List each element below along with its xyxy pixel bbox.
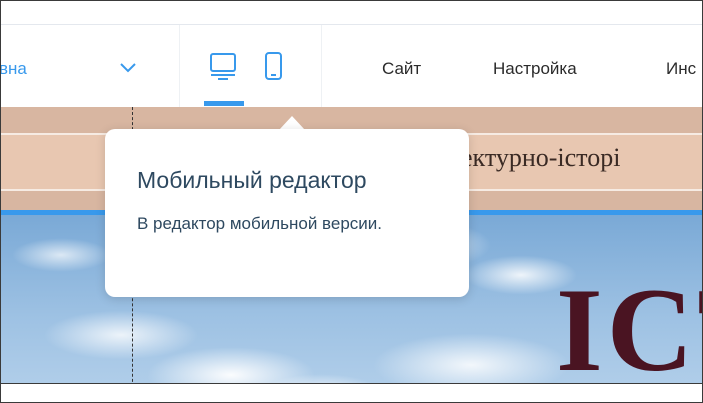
header-banner-text: ектурно-історі (461, 143, 621, 172)
active-device-indicator (204, 101, 244, 106)
page-selector[interactable]: вна (1, 49, 176, 89)
editor-topbar: вна Сайт Настройка Инс (1, 1, 702, 107)
tooltip-arrow (279, 116, 305, 130)
menu-tools[interactable]: Инс (666, 59, 696, 79)
bottom-edge (1, 383, 702, 402)
mobile-view-button[interactable] (261, 45, 301, 105)
tooltip-body: В редактор мобильной версии. (137, 214, 383, 233)
editor-window: вна Сайт Настройка Инс ектурно-історі ІС… (0, 0, 703, 403)
topbar-divider (321, 25, 322, 107)
mobile-editor-tooltip: Мобильный редактор В редактор мобильной … (105, 129, 469, 297)
menu-settings[interactable]: Настройка (493, 59, 577, 79)
topbar-rule (1, 24, 702, 25)
menu-site[interactable]: Сайт (382, 59, 421, 79)
chevron-down-icon[interactable] (119, 61, 137, 79)
tooltip-title: Мобильный редактор (137, 167, 367, 193)
page-selector-label: вна (0, 59, 27, 78)
topbar-divider (179, 25, 180, 107)
hero-title: ІСТ (556, 263, 702, 396)
desktop-view-button[interactable] (204, 45, 244, 105)
